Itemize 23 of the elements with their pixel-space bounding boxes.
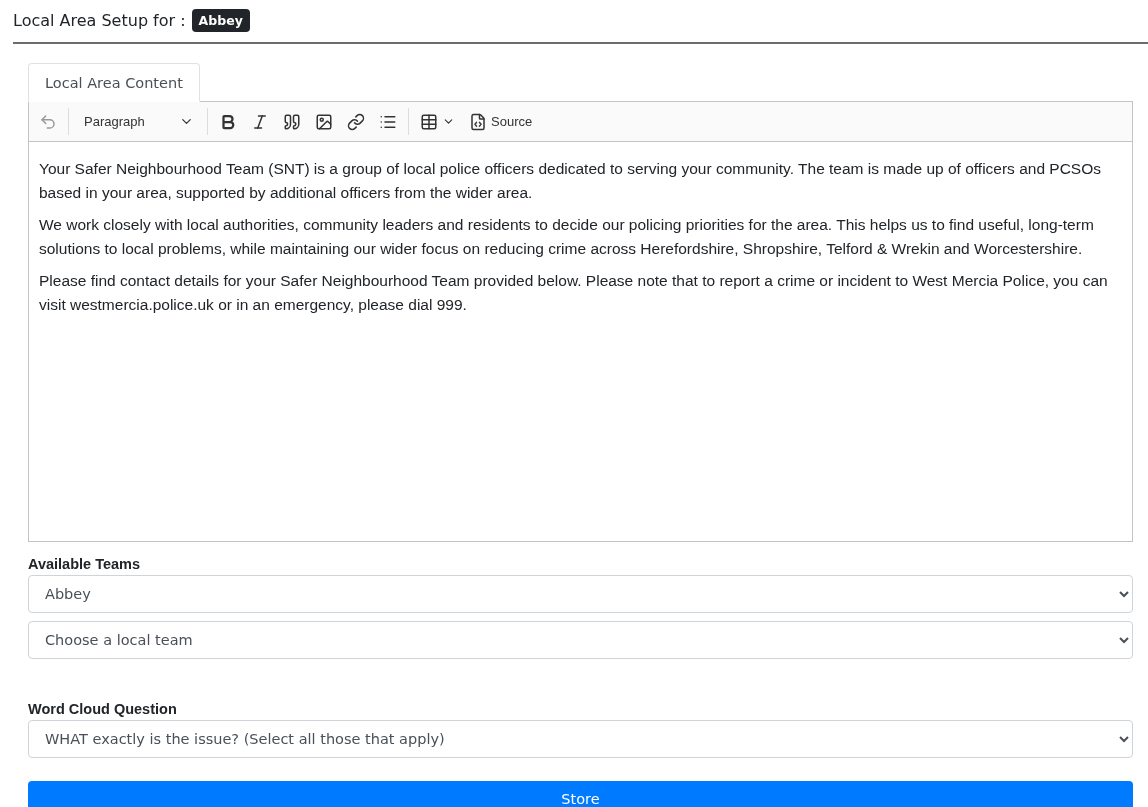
undo-icon [39,112,57,131]
code-icon [469,112,487,131]
field-label: Word Cloud Question [28,701,178,717]
quote-icon [283,112,301,131]
select-field[interactable]: Choose a local team [28,621,1133,659]
paragraph: Your Safer Neighbourhood Team (SNT) is a group of local police officers dedicated to serving your community. The team is made up of officers and PCSOs based in your area, supported by additional officers from the wider area. [39,159,1102,203]
italic-icon [251,112,269,131]
bold-icon [219,112,237,131]
select-field[interactable]: Abbey [28,575,1133,613]
paragraph-dropdown[interactable]: Paragraph [74,110,202,133]
select-field[interactable]: WHAT exactly is the issue? (Select all those that apply) [28,720,1133,758]
page-title: Local Area Setup for : [13,11,186,30]
link-icon [347,112,365,131]
paragraph: We work closely with local authorities, community leaders and residents to decide our policing priorities for the area. This helps us to find useful, long-term solutions to local problems, while maintaining our wider focus on reducing crime across Herefordshire, Shropshire, Telford & Wrekin and Worcestershire. [39,215,1095,259]
tab[interactable]: Local Area Content [28,63,200,102]
field-label: Available Teams [28,556,142,572]
table-icon [420,112,438,131]
editor-area[interactable] [28,142,1133,542]
store-button[interactable]: Store [28,781,1133,807]
area-badge: Abbey [191,9,250,32]
source-button[interactable]: Source [463,108,539,135]
image-icon [315,112,333,131]
paragraph: Please find contact details for your Safer Neighbourhood Team provided below. Please note that to report a crime or incident to West Mercia Police, you can visit westmercia.police.uk or in an emergency, please dial 999. [39,271,1109,315]
